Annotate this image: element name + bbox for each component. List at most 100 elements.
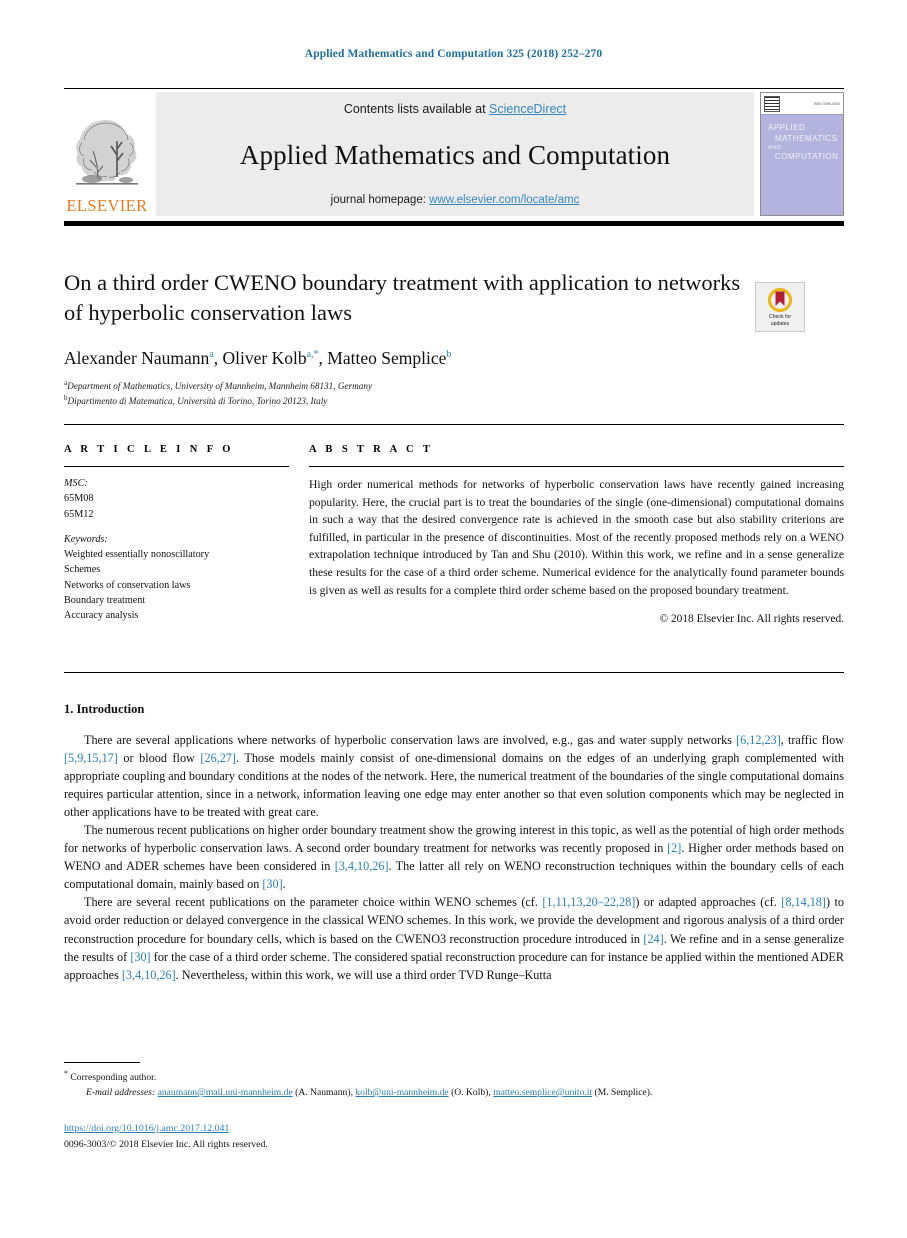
- cover-publisher-mark-icon: [764, 95, 780, 112]
- email-sep-1: ,: [488, 1087, 491, 1099]
- keyword-2: Networks of conservation laws: [64, 579, 191, 591]
- paper-page: Applied Mathematics and Computation 325 …: [0, 0, 907, 1238]
- crossmark-line-2: updates: [770, 320, 790, 327]
- msc-label: MSC:: [64, 478, 88, 489]
- masthead-panel: Contents lists available at ScienceDirec…: [156, 92, 754, 216]
- crossmark-line-1: Check for: [768, 314, 792, 321]
- doi-link[interactable]: https://doi.org/10.1016/j.amc.2017.12.04…: [64, 1123, 229, 1134]
- affiliation-b: bDipartimento di Matematica, Università …: [64, 393, 844, 408]
- citation-link[interactable]: [2]: [667, 841, 681, 855]
- keyword-0: Weighted essentially nonoscillatory: [64, 549, 210, 561]
- paragraph-text: or blood flow: [117, 751, 201, 766]
- citation-link[interactable]: [8,14,18]: [781, 895, 826, 909]
- introduction-heading: 1. Introduction: [64, 702, 145, 716]
- journal-header-band: ELSEVIER Contents lists available at Sci…: [64, 92, 844, 216]
- cover-header-strip: ISSN 0096-3003: [761, 93, 843, 115]
- abstract-copyright: © 2018 Elsevier Inc. All rights reserved…: [659, 613, 844, 626]
- email-name-2: (M. Semplice): [594, 1087, 650, 1099]
- citation-link[interactable]: [1,11,13,20–22,28]: [542, 895, 635, 909]
- article-info-heading: A R T I C L E I N F O: [64, 444, 234, 455]
- msc-code-1: 65M12: [64, 508, 94, 520]
- affiliation-list: aDepartment of Mathematics, University o…: [64, 378, 844, 409]
- email-link-1[interactable]: kolb@uni-mannheim.de: [355, 1087, 448, 1098]
- paragraph-text: , traffic flow: [780, 733, 845, 747]
- article-info-rule: [64, 466, 289, 467]
- article-info-column: A R T I C L E I N F O MSC: 65M08 65M12 K…: [64, 444, 309, 625]
- abstract-text: High order numerical methods for network…: [309, 478, 844, 597]
- crossmark-icon: [767, 287, 793, 312]
- sciencedirect-link[interactable]: ScienceDirect: [489, 102, 566, 116]
- citation-link[interactable]: [26,27]: [200, 751, 236, 765]
- elsevier-wordmark: ELSEVIER: [66, 195, 148, 215]
- cover-line-2: MATHEMATICS: [775, 133, 838, 143]
- contents-line: Contents lists available at ScienceDirec…: [344, 102, 566, 116]
- abstract-heading: A B S T R A C T: [309, 444, 434, 455]
- header-top-rule: [64, 88, 844, 89]
- email-link-2[interactable]: matteo.semplice@unito.it: [493, 1087, 592, 1098]
- corresponding-author-text: Corresponding author.: [70, 1072, 157, 1084]
- abstract-rule: [309, 466, 844, 467]
- citation-link[interactable]: [30]: [262, 877, 282, 891]
- homepage-prefix: journal homepage:: [330, 194, 430, 206]
- citation-link[interactable]: [5,9,15,17]: [64, 751, 118, 765]
- cover-line-4: COMPUTATION: [775, 152, 839, 162]
- affiliation-a: aDepartment of Mathematics, University o…: [64, 378, 844, 393]
- article-info-body: MSC: 65M08 65M12 Keywords: Weighted esse…: [64, 476, 289, 624]
- paragraph-text: . Nevertheless, within this work, we wil…: [175, 967, 552, 982]
- citation-link[interactable]: [3,4,10,26]: [335, 859, 389, 873]
- paragraph-text: .: [282, 877, 286, 892]
- citation-link[interactable]: [30]: [130, 950, 150, 964]
- email-name-0: (A. Naumann): [295, 1087, 351, 1099]
- paragraph-text: There are several applications where net…: [84, 733, 737, 747]
- paragraph-text: ) or adapted approaches (cf.: [635, 895, 782, 910]
- abstract-column: A B S T R A C T High order numerical met…: [309, 444, 844, 625]
- journal-title: Applied Mathematics and Computation: [239, 139, 671, 170]
- keyword-3: Boundary treatment: [64, 595, 146, 607]
- keywords-label: Keywords:: [64, 533, 108, 545]
- homepage-line: journal homepage: www.elsevier.com/locat…: [331, 194, 580, 206]
- keyword-4: Accuracy analysis: [64, 610, 139, 622]
- title-block: On a third order CWENO boundary treatmen…: [64, 268, 744, 327]
- introduction-paragraph: The numerous recent publications on high…: [64, 821, 844, 893]
- running-head: Applied Mathematics and Computation 325 …: [304, 48, 603, 60]
- journal-homepage-link[interactable]: www.elsevier.com/locate/amc: [429, 194, 579, 206]
- introduction-paragraph: There are several recent publications on…: [64, 893, 844, 983]
- elsevier-logo: ELSEVIER: [64, 92, 150, 216]
- email-sep-0: ,: [350, 1087, 353, 1099]
- authors-text: Alexander Naumanna, Oliver Kolba,*, Matt…: [64, 348, 452, 368]
- cover-line-1: APPLIED: [768, 123, 806, 132]
- paragraph-text: There are several recent publications on…: [84, 895, 543, 910]
- header-thick-separator: [64, 221, 844, 226]
- doi-line: https://doi.org/10.1016/j.amc.2017.12.04…: [64, 1121, 844, 1137]
- page-title: On a third order CWENO boundary treatmen…: [64, 270, 741, 325]
- footer-bottom: https://doi.org/10.1016/j.amc.2017.12.04…: [64, 1121, 844, 1152]
- crossmark-badge[interactable]: Check for updates: [755, 282, 805, 332]
- issn-copyright-line: 0096-3003/© 2018 Elsevier Inc. All right…: [64, 1138, 268, 1150]
- cover-issn-note: ISSN 0096-3003: [813, 101, 840, 106]
- cover-title-text: APPLIED MATHEMATICS AND COMPUTATION: [768, 123, 839, 163]
- citation-link[interactable]: [3,4,10,26]: [122, 968, 176, 982]
- info-abstract-columns: A R T I C L E I N F O MSC: 65M08 65M12 K…: [64, 444, 844, 625]
- journal-cover-thumbnail: ISSN 0096-3003 APPLIED MATHEMATICS AND C…: [760, 92, 844, 216]
- msc-code-0: 65M08: [64, 493, 94, 505]
- affiliation-text-a: Department of Mathematics, University of…: [67, 381, 373, 392]
- author-list: Alexander Naumanna, Oliver Kolba,*, Matt…: [64, 348, 844, 369]
- asterisk-icon: *: [64, 1069, 68, 1078]
- contents-prefix: Contents lists available at: [343, 102, 490, 116]
- email-label: E-mail addresses:: [86, 1087, 156, 1099]
- cover-line-3: AND: [768, 144, 782, 151]
- footnote-block: * Corresponding author. E-mail addresses…: [64, 1068, 844, 1101]
- elsevier-tree-icon: [76, 119, 138, 185]
- introduction-paragraph: There are several applications where net…: [64, 731, 844, 821]
- introduction-paragraphs: There are several applications where net…: [64, 731, 844, 984]
- footnote-rule: [64, 1062, 140, 1063]
- email-sep-2: .: [649, 1087, 653, 1099]
- email-link-0[interactable]: anaumann@mail.uni-mannheim.de: [158, 1087, 293, 1098]
- citation-link[interactable]: [24]: [643, 932, 663, 946]
- citation-link[interactable]: [6,12,23]: [736, 733, 781, 747]
- body-top-rule: [64, 672, 844, 673]
- affiliation-text-b: Dipartimento di Matematica, Università d…: [67, 396, 328, 407]
- introduction-section: 1. Introduction There are several applic…: [64, 702, 844, 984]
- corresponding-author-note: * Corresponding author.: [64, 1068, 844, 1086]
